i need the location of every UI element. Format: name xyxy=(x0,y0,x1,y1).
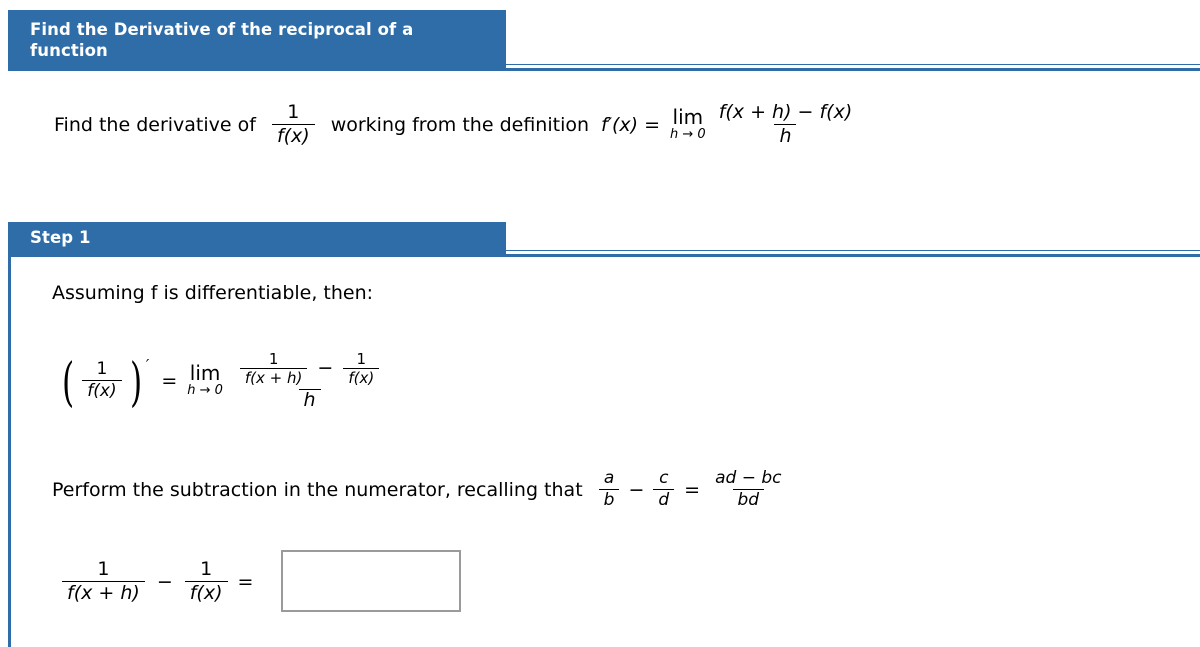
question-statement: Find the derivative of 1 f(x) working fr… xyxy=(54,101,861,147)
assumption-text: Assuming f is differentiable, then: xyxy=(52,281,373,305)
instruction-text: Perform the subtraction in the numerator… xyxy=(52,478,583,501)
definition-lhs: f′(x) xyxy=(601,113,639,136)
step1-text: Step 1 xyxy=(30,228,91,247)
derivative-lim-subscript: h → 0 xyxy=(187,383,223,399)
rule-fraction-ab: a b xyxy=(598,468,620,510)
derivative-lim-text: lim xyxy=(189,361,221,386)
derivative-complex-fraction: 1 f(x + h) − 1 f(x) h xyxy=(231,350,388,411)
instruction-line: Perform the subtraction in the numerator… xyxy=(52,468,791,510)
reciprocal-denominator: f(x) xyxy=(271,123,315,147)
title-rule xyxy=(8,68,1200,71)
rule-minus: − xyxy=(628,478,645,501)
answer-fraction-1-denominator: f(x + h) xyxy=(62,580,145,604)
derivative-limit-operator: lim h → 0 xyxy=(187,363,223,399)
rule-fraction-cd-denominator: d xyxy=(653,488,675,510)
answer-equals: = xyxy=(237,570,254,593)
title-rule-thin xyxy=(506,64,1200,65)
question-middle-text: working from the definition xyxy=(330,113,590,136)
inner-fraction-1: 1 f(x + h) xyxy=(239,350,308,387)
reciprocal-numerator: 1 xyxy=(287,101,300,123)
answer-fraction-2-denominator: f(x) xyxy=(184,580,228,604)
definition-lim-subscript: h → 0 xyxy=(670,126,706,142)
answer-fraction-2-numerator: 1 xyxy=(200,558,213,580)
title-text: Find the Derivative of the reciprocal of… xyxy=(30,20,414,60)
answer-equation: 1 f(x + h) − 1 f(x) = xyxy=(58,558,259,604)
prime-symbol: ′ xyxy=(145,356,150,375)
inner-fraction-1-numerator: 1 xyxy=(268,350,279,368)
assumption-text-label: Assuming f is differentiable, then: xyxy=(52,282,374,304)
derivative-complex-denominator: h xyxy=(298,388,321,411)
answer-fraction-1-numerator: 1 xyxy=(97,558,110,580)
title-bar: Find the Derivative of the reciprocal of… xyxy=(8,10,506,68)
derivative-equals: = xyxy=(161,370,178,393)
rule-equals: = xyxy=(684,478,701,501)
rule-fraction-cd-numerator: c xyxy=(659,468,669,488)
definition-lim-text: lim xyxy=(672,104,704,129)
inner-fraction-2-numerator: 1 xyxy=(356,350,367,368)
rule-fraction-ab-numerator: a xyxy=(603,468,615,488)
definition-equals: = xyxy=(644,113,661,136)
rule-fraction-cd: c d xyxy=(653,468,675,510)
reciprocal-fraction: 1 f(x) xyxy=(271,101,315,147)
answer-minus: − xyxy=(156,570,173,593)
answer-input[interactable] xyxy=(281,550,461,612)
definition-numerator: f(x + h) − f(x) xyxy=(718,101,853,123)
step1-bar: Step 1 xyxy=(8,222,506,254)
definition-fraction: f(x + h) − f(x) h xyxy=(714,101,858,147)
rule-result-numerator: ad − bc xyxy=(715,468,782,488)
derivative-lhs-numerator: 1 xyxy=(96,359,108,380)
inner-fraction-2: 1 f(x) xyxy=(343,350,380,387)
question-lead-text: Find the derivative of xyxy=(54,113,256,136)
rule-result-denominator: bd xyxy=(732,488,765,510)
derivative-lhs-fraction: 1 f(x) xyxy=(82,359,122,401)
rule-result-fraction: ad − bc bd xyxy=(710,468,786,510)
step1-rule-thin xyxy=(506,250,1200,251)
rule-fraction-ab-denominator: b xyxy=(598,488,620,510)
step1-rule xyxy=(8,254,1200,257)
answer-fraction-1: 1 f(x + h) xyxy=(62,558,145,604)
inner-fraction-1-denominator: f(x + h) xyxy=(239,367,308,387)
definition-limit-operator: lim h → 0 xyxy=(670,104,706,143)
inner-fraction-2-denominator: f(x) xyxy=(343,367,380,387)
derivative-lhs-denominator: f(x) xyxy=(82,380,122,401)
derivative-complex-numerator: 1 f(x + h) − 1 f(x) xyxy=(231,350,388,389)
derivative-equation: ( 1 f(x) ) ′ = lim h → 0 1 f(x + h) − 1 … xyxy=(58,350,392,411)
definition-denominator: h xyxy=(774,123,797,147)
answer-fraction-2: 1 f(x) xyxy=(184,558,228,604)
inner-minus: − xyxy=(317,357,334,380)
step1-left-border xyxy=(8,254,11,647)
